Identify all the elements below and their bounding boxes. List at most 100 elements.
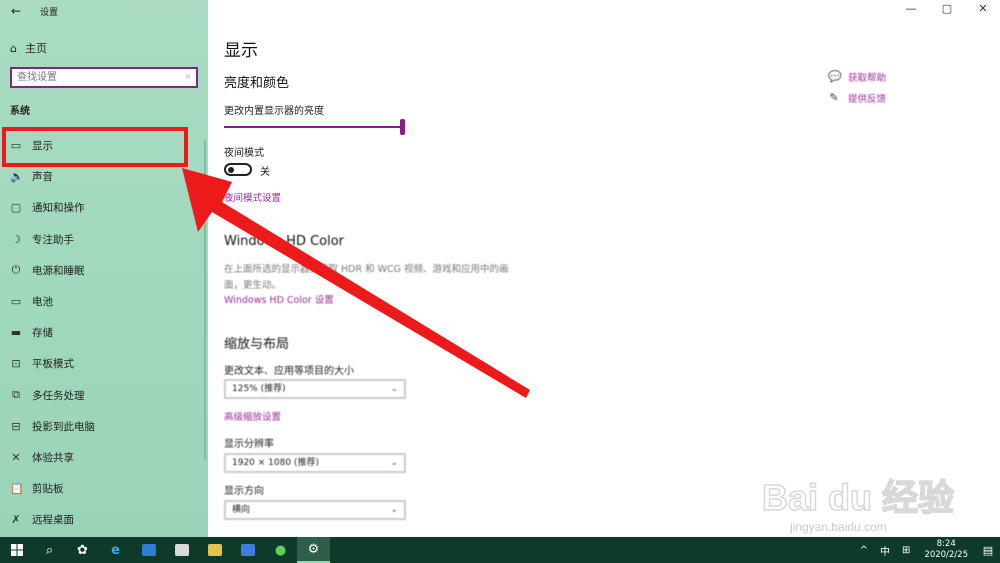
hdr-heading: Windows HD Color [224,234,345,249]
folder-icon [207,544,222,556]
night-mode-settings-link[interactable]: 夜间模式设置 [224,190,281,204]
gear-icon: ⚙ [307,541,320,557]
moon-icon: ☽ [11,232,21,246]
settings-taskbar-button[interactable]: ⚙ [297,537,330,563]
taskbar: ⌕ ✿ e ● ⚙ ^ 中 ⊞ 8:24 2020/2/25 ▤ [0,537,1000,563]
notes-app-button[interactable] [231,537,264,563]
scrollbar[interactable] [204,140,206,460]
night-mode-toggle[interactable] [224,163,252,176]
app-icon [141,544,156,556]
sidebar-item-label: 通知和操作 [32,202,85,215]
sidebar-item-power[interactable]: ⏻ 电源和睡眠 [0,255,208,286]
feedback-link[interactable]: ✎ 提供反馈 [828,87,886,108]
hdr-settings-link[interactable]: Windows HD Color 设置 [224,292,334,306]
home-link[interactable]: ⌂ 主页 [10,40,47,56]
scale-heading: 缩放与布局 [224,337,290,352]
sidebar-item-projecting[interactable]: ⊟ 投影到此电脑 [0,411,208,442]
keyboard-icon[interactable]: ⊞ [896,545,916,556]
help-links: 💬 获取帮助 ✎ 提供反馈 [828,66,886,108]
sidebar: ← 设置 ⌂ 主页 ⌕ 系统 ▭ 显示 🔈 声音 ▢ 通知和操作 ☽ 专注助手 … [0,0,208,537]
night-mode-label: 夜间模式 [224,148,264,159]
night-mode-state: 关 [260,167,270,178]
pinwheel-app-button[interactable]: ✿ [66,537,99,563]
sidebar-item-battery[interactable]: ▭ 电池 [0,286,208,317]
tray-chevron-icon[interactable]: ^ [854,545,874,556]
search-box[interactable]: ⌕ [10,67,198,88]
share-icon: ✕ [11,450,21,464]
sidebar-item-label: 剪贴板 [32,483,64,496]
sidebar-item-multitasking[interactable]: ⧉ 多任务处理 [0,380,208,411]
edge-button[interactable]: e [99,537,132,563]
maximize-button[interactable]: ▢ [940,2,954,15]
battery-icon: ▭ [10,295,22,309]
sidebar-item-clipboard[interactable]: 📋 剪贴板 [0,473,208,504]
highlight-box [2,127,188,167]
sidebar-item-label: 多任务处理 [32,389,85,402]
chevron-down-icon: ⌄ [390,505,398,515]
search-icon: ⌕ [45,542,54,558]
sidebar-item-remote-desktop[interactable]: ✗ 远程桌面 [0,504,208,535]
sidebar-item-label: 投影到此电脑 [32,420,95,433]
search-input[interactable] [12,69,172,86]
scale-dropdown[interactable]: 125% (推荐) ⌄ [224,379,406,399]
storage-icon: ▬ [10,326,22,340]
photo-app-button[interactable] [165,537,198,563]
clock[interactable]: 8:24 2020/2/25 [916,539,976,561]
clock-time: 8:24 [936,539,956,549]
sidebar-item-label: 专注助手 [32,233,74,246]
notification-center-icon[interactable]: ▤ [976,537,1000,563]
brightness-label: 更改内置显示器的亮度 [224,106,324,117]
section-label: 系统 [10,106,30,117]
wechat-button[interactable]: ● [264,537,297,563]
sidebar-item-notifications[interactable]: ▢ 通知和操作 [0,192,208,223]
start-button[interactable] [0,537,33,563]
system-tray: ^ 中 ⊞ 8:24 2020/2/25 ▤ [854,537,1000,563]
file-explorer-button[interactable] [198,537,231,563]
remote-desktop-icon: ✗ [11,513,21,527]
ime-indicator[interactable]: 中 [874,543,896,558]
main-content: — ▢ ✕ 显示 亮度和颜色 更改内置显示器的亮度 夜间模式 关 夜间模式设置 … [208,0,1000,537]
orientation-dropdown[interactable]: 横向 ⌄ [224,500,406,520]
sidebar-item-label: 存储 [32,327,53,340]
get-help-label: 获取帮助 [848,72,887,84]
advanced-scale-link[interactable]: 高级缩放设置 [224,409,281,423]
power-icon: ⏻ [11,263,21,277]
orientation-value: 横向 [232,505,251,515]
speaker-icon: 🔈 [10,170,24,184]
resolution-dropdown[interactable]: 1920 × 1080 (推荐) ⌄ [224,453,406,473]
sidebar-item-focus-assist[interactable]: ☽ 专注助手 [0,224,208,255]
tablet-icon: ⊡ [11,357,21,371]
pinwheel-icon: ✿ [77,542,88,558]
sidebar-item-shared-experiences[interactable]: ✕ 体验共享 [0,442,208,473]
get-help-link[interactable]: 💬 获取帮助 [828,66,886,87]
scale-value: 125% (推荐) [232,384,286,394]
photo-icon [174,544,189,556]
brightness-slider-thumb[interactable] [400,119,405,135]
app-title: 设置 [40,8,59,18]
brightness-slider-track[interactable] [224,126,402,128]
scale-label: 更改文本、应用等项目的大小 [224,366,354,377]
chevron-down-icon: ⌄ [390,384,398,394]
sidebar-item-label: 平板模式 [32,358,74,371]
feedback-label: 提供反馈 [848,93,887,105]
sidebar-item-tablet-mode[interactable]: ⊡ 平板模式 [0,348,208,379]
app-blue-button[interactable] [132,537,165,563]
titlebar-left: ← 设置 [0,0,208,22]
edge-icon: e [111,542,120,558]
sidebar-item-label: 远程桌面 [32,514,74,527]
window-controls: — ▢ ✕ [904,2,990,15]
hdr-description: 在上面所选的显示器上获取 HDR 和 WCG 视频、游戏和应用中的画面，更生动。 [224,264,509,291]
back-arrow-icon[interactable]: ← [8,4,24,18]
clock-date: 2020/2/25 [924,550,968,560]
sidebar-item-storage[interactable]: ▬ 存储 [0,317,208,348]
wechat-icon: ● [274,542,287,558]
minimize-button[interactable]: — [904,2,918,15]
home-icon: ⌂ [10,41,17,55]
close-button[interactable]: ✕ [976,2,990,15]
search-icon[interactable]: ⌕ [185,71,191,82]
multitask-icon: ⧉ [12,388,20,402]
search-taskbar-button[interactable]: ⌕ [33,537,66,563]
toggle-knob [228,166,234,173]
sidebar-item-label: 电池 [32,296,53,309]
sidebar-item-label: 声音 [32,171,53,184]
